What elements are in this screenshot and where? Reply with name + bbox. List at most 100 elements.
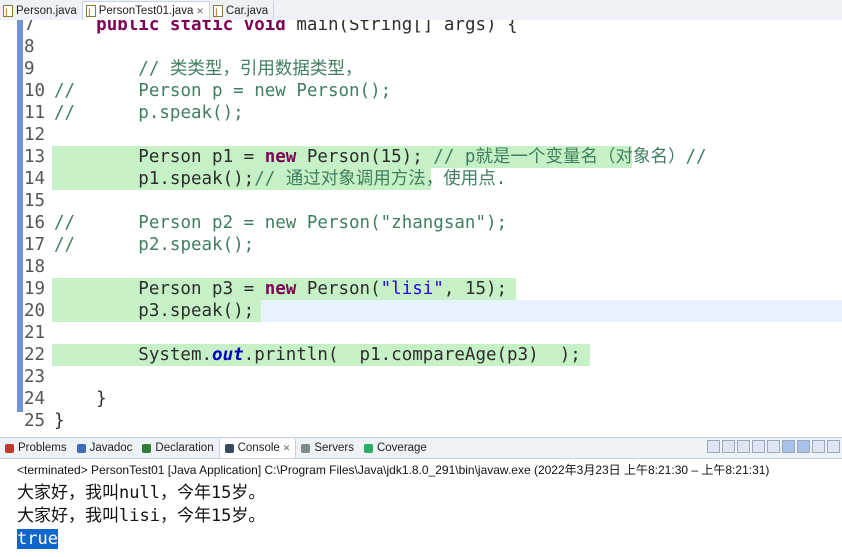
console-line: 大家好，我叫lisi，今年15岁。 (17, 505, 265, 527)
console-line: true (17, 528, 58, 550)
code-line[interactable]: 16 // Person p2 = new Person("zhangsan"); (0, 212, 842, 234)
code-token: public (96, 20, 160, 35)
line-number: 15 (24, 191, 46, 211)
servers-icon (300, 443, 311, 454)
view-tab-label: Problems (18, 442, 67, 454)
code-text: } (54, 410, 65, 432)
terminate-icon[interactable] (707, 440, 720, 453)
copy-icon[interactable] (752, 440, 765, 453)
code-token: Person p1 = (54, 147, 265, 167)
close-icon[interactable]: ✕ (283, 443, 291, 454)
code-token: new (264, 147, 297, 167)
code-line[interactable]: 13 Person p1 = new Person(15); // p就是一个变… (0, 146, 842, 168)
code-text: public static void main(String[] args) { (54, 20, 517, 36)
code-line[interactable]: 21 (0, 322, 842, 344)
views-tab-bar: Problems Javadoc Declaration Console ✕ Server… (0, 437, 842, 459)
view-tab[interactable]: Servers (296, 439, 359, 458)
editor-tab[interactable]: J Person.java (0, 1, 83, 20)
code-text: Person p1 = new Person(15); // p就是一个变量名（… (54, 146, 706, 168)
javadoc-icon (76, 443, 87, 454)
code-editor[interactable]: 7 public static void main(String[] args)… (0, 20, 842, 437)
line-number: 17 (24, 235, 46, 255)
code-token: , 15); (443, 279, 508, 299)
java-file-icon: J (85, 5, 96, 17)
code-text: } (54, 388, 107, 410)
editor-tab[interactable]: J Car.java (210, 1, 275, 20)
svg-text:J: J (4, 8, 8, 17)
code-token: System. (54, 345, 213, 365)
line-number: 9 (24, 59, 35, 79)
code-line[interactable]: 23 (0, 366, 842, 388)
line-number: 18 (24, 257, 46, 277)
pin-icon[interactable] (782, 440, 795, 453)
code-token: .println( p1.compareAge(p3) ); (243, 345, 581, 365)
console-status: <terminated> PersonTest01 [Java Applicat… (17, 463, 770, 477)
code-text: System.out.println( p1.compareAge(p3) ); (54, 344, 581, 366)
code-text: // p2.speak(); (54, 234, 254, 256)
view-tab[interactable]: Declaration (137, 439, 218, 458)
display-console-icon[interactable] (797, 440, 810, 453)
view-tab-label: Servers (314, 442, 354, 454)
code-line[interactable]: 24 } (0, 388, 842, 410)
code-line[interactable]: 10 // Person p = new Person(); (0, 80, 842, 102)
code-token: // 通过对象调用方法，使用点. (254, 169, 507, 189)
line-number: 11 (24, 103, 46, 123)
code-line[interactable]: 14 p1.speak();// 通过对象调用方法，使用点. (0, 168, 842, 190)
code-line[interactable]: 22 System.out.println( p1.compareAge(p3)… (0, 344, 842, 366)
code-token: void (243, 20, 286, 35)
remove-launch-icon[interactable] (722, 440, 735, 453)
code-line[interactable]: 8 (0, 36, 842, 58)
code-line[interactable]: 20 p3.speak(); (0, 300, 842, 322)
code-line[interactable]: 17 // p2.speak(); (0, 234, 842, 256)
code-text: p3.speak(); (54, 300, 254, 322)
remove-all-icon[interactable] (737, 440, 750, 453)
code-line[interactable]: 18 (0, 256, 842, 278)
console-text: 大家好，我叫null，今年15岁。 (17, 483, 266, 503)
editor-tab-label: Car.java (225, 4, 269, 17)
code-text: // Person p2 = new Person("zhangsan"); (54, 212, 507, 234)
code-token: out (212, 345, 244, 365)
code-text: Person p3 = new Person("lisi", 15); (54, 278, 507, 300)
code-line[interactable]: 15 (0, 190, 842, 212)
line-number: 25 (24, 411, 46, 431)
code-token: "lisi" (380, 279, 444, 299)
coverage-icon (363, 443, 374, 454)
code-text: // Person p = new Person(); (54, 80, 391, 102)
code-line[interactable]: 7 public static void main(String[] args)… (0, 20, 842, 36)
view-tab[interactable]: Console ✕ (218, 438, 297, 458)
line-number: 20 (24, 301, 46, 321)
code-token: // (54, 103, 139, 123)
line-number: 12 (24, 125, 46, 145)
svg-text:J: J (214, 8, 218, 17)
code-token: p1.speak(); (54, 169, 255, 189)
console-output[interactable]: 大家好，我叫null，今年15岁。 大家好，我叫lisi，今年15岁。 true (0, 480, 842, 557)
console-icon (224, 443, 235, 454)
view-tab[interactable]: Problems (0, 439, 72, 458)
console-toolbar (707, 440, 840, 453)
code-line[interactable]: 19 Person p3 = new Person("lisi", 15); (0, 278, 842, 300)
line-number: 16 (24, 213, 46, 233)
code-line[interactable]: 12 (0, 124, 842, 146)
scroll-lock-icon[interactable] (767, 440, 780, 453)
line-number: 10 (24, 81, 46, 101)
code-line[interactable]: 9 // 类类型，引用数据类型， (0, 58, 842, 80)
open-console-icon[interactable] (812, 440, 825, 453)
code-token: // (54, 213, 139, 233)
code-line[interactable]: 25} (0, 410, 842, 432)
line-number: 21 (24, 323, 46, 343)
minimize-icon[interactable] (827, 440, 840, 453)
close-icon[interactable]: ✕ (196, 6, 204, 17)
view-tab-label: Javadoc (89, 442, 133, 454)
editor-tab[interactable]: J PersonTest01.java ✕ (82, 1, 210, 20)
console-text: 大家好，我叫lisi，今年15岁。 (17, 506, 266, 526)
view-tab[interactable]: Coverage (359, 439, 432, 458)
svg-text:J: J (87, 8, 91, 17)
code-line[interactable]: 11 // p.speak(); (0, 102, 842, 124)
view-tab-label: Declaration (155, 442, 214, 454)
view-tab[interactable]: Javadoc (72, 439, 138, 458)
code-token: // 类类型，引用数据类型， (138, 59, 363, 79)
code-text: // p.speak(); (54, 102, 244, 124)
line-number: 13 (24, 147, 46, 167)
